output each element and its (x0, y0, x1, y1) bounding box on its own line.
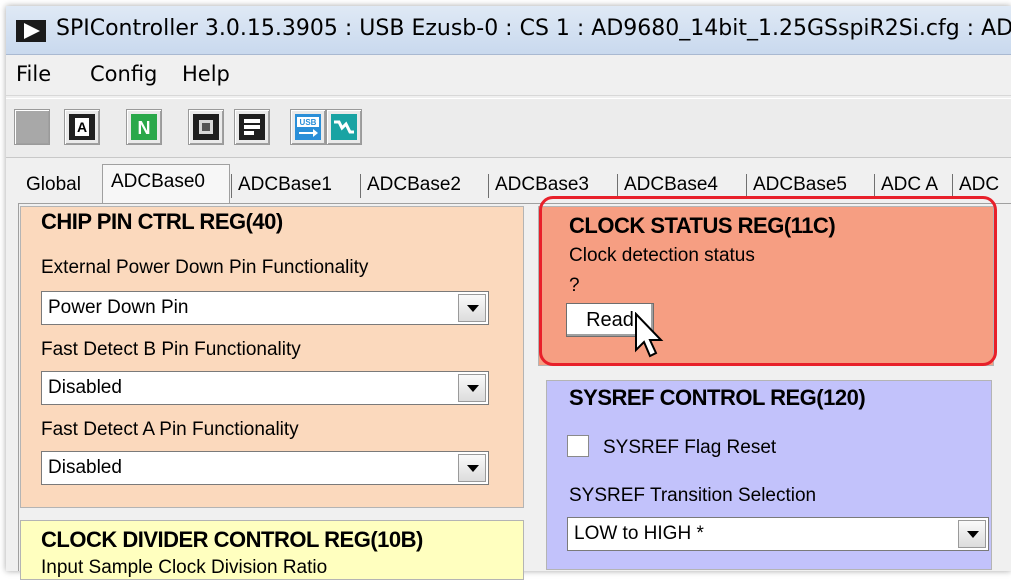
tab-divider (488, 174, 489, 198)
tab-adc[interactable]: ADC (959, 170, 999, 202)
tab-adcbase2[interactable]: ADCBase2 (367, 170, 461, 202)
menu-file[interactable]: File (16, 62, 51, 86)
fd-a-select[interactable]: Disabled (41, 451, 489, 485)
chip-a-icon: A (69, 114, 95, 140)
clock-divider-panel: CLOCK DIVIDER CONTROL REG(10B) Input Sam… (20, 520, 524, 580)
chevron-down-icon[interactable] (458, 374, 486, 402)
app-logo-icon (16, 20, 46, 42)
scope-button[interactable] (326, 109, 362, 145)
chip-pin-title: CHIP PIN CTRL REG(40) (41, 209, 283, 234)
ext-power-value: Power Down Pin (48, 297, 189, 318)
register-icon (239, 114, 265, 140)
chevron-down-icon[interactable] (458, 294, 486, 322)
menu-config[interactable]: Config (90, 62, 157, 86)
tab-divider (874, 174, 875, 198)
clock-divider-ratio-label: Input Sample Clock Division Ratio (41, 557, 328, 578)
chip-icon (193, 114, 219, 140)
tab-divider (360, 174, 361, 198)
toolbar: A N USB (6, 98, 1011, 158)
menu-help[interactable]: Help (182, 62, 230, 86)
sysref-flag-reset-checkbox[interactable] (567, 435, 589, 457)
fd-a-label: Fast Detect A Pin Functionality (41, 419, 299, 440)
tab-divider (617, 174, 618, 198)
usb-label: USB (300, 118, 317, 127)
tab-adcbase4[interactable]: ADCBase4 (624, 170, 718, 202)
n-button[interactable]: N (126, 109, 162, 145)
ext-power-select[interactable]: Power Down Pin (41, 291, 489, 325)
chip-pin-ctrl-panel: CHIP PIN CTRL REG(40) External Power Dow… (20, 206, 524, 508)
sysref-transition-value: LOW to HIGH * (574, 523, 704, 544)
chip-a-label: A (77, 119, 87, 135)
register-button[interactable] (234, 109, 270, 145)
tab-adcbase0[interactable]: ADCBase0 (102, 164, 230, 204)
chevron-down-icon[interactable] (458, 454, 486, 482)
clock-divider-title: CLOCK DIVIDER CONTROL REG(10B) (41, 527, 423, 552)
mouse-cursor-icon (635, 312, 664, 358)
tab-divider (746, 174, 747, 198)
clock-detection-label: Clock detection status (569, 245, 755, 266)
sysref-flag-reset-label: SYSREF Flag Reset (603, 437, 777, 458)
tab-divider (231, 174, 232, 198)
scope-icon (331, 114, 357, 140)
stop-button[interactable] (14, 109, 50, 145)
tab-adcbase3[interactable]: ADCBase3 (495, 170, 589, 202)
sysref-title: SYSREF CONTROL REG(120) (569, 385, 866, 410)
chip-a-button[interactable]: A (64, 109, 100, 145)
clock-status-title: CLOCK STATUS REG(11C) (569, 213, 836, 238)
tab-strip: Global ADCBase0 ADCBase1 ADCBase2 ADCBas… (6, 164, 1011, 204)
tab-adcbase1[interactable]: ADCBase1 (238, 170, 332, 202)
tab-global[interactable]: Global (26, 170, 81, 202)
fd-b-label: Fast Detect B Pin Functionality (41, 339, 301, 360)
tab-divider (952, 174, 953, 198)
sysref-control-panel: SYSREF CONTROL REG(120) SYSREF Flag Rese… (546, 380, 992, 570)
tab-adcbase5[interactable]: ADCBase5 (753, 170, 847, 202)
menu-bar: File Config Help (6, 55, 1011, 96)
chevron-down-icon[interactable] (958, 520, 986, 548)
clock-detection-value: ? (569, 275, 580, 296)
sysref-transition-select[interactable]: LOW to HIGH * (567, 517, 989, 551)
fd-a-value: Disabled (48, 457, 122, 478)
n-label: N (138, 118, 151, 138)
sysref-transition-label: SYSREF Transition Selection (569, 485, 817, 506)
ext-power-label: External Power Down Pin Functionality (41, 257, 369, 278)
chip-button[interactable] (188, 109, 224, 145)
fd-b-select[interactable]: Disabled (41, 371, 489, 405)
window-title: SPIController 3.0.15.3905 : USB Ezusb-0 … (56, 16, 1011, 41)
usb-icon: USB (295, 114, 321, 140)
title-bar: SPIController 3.0.15.3905 : USB Ezusb-0 … (6, 6, 1011, 55)
clock-status-panel: CLOCK STATUS REG(11C) Clock detection st… (538, 206, 994, 366)
tab-adc-a[interactable]: ADC A (881, 170, 938, 202)
usb-button[interactable]: USB (290, 109, 326, 145)
fd-b-value: Disabled (48, 377, 122, 398)
n-icon: N (131, 114, 157, 140)
